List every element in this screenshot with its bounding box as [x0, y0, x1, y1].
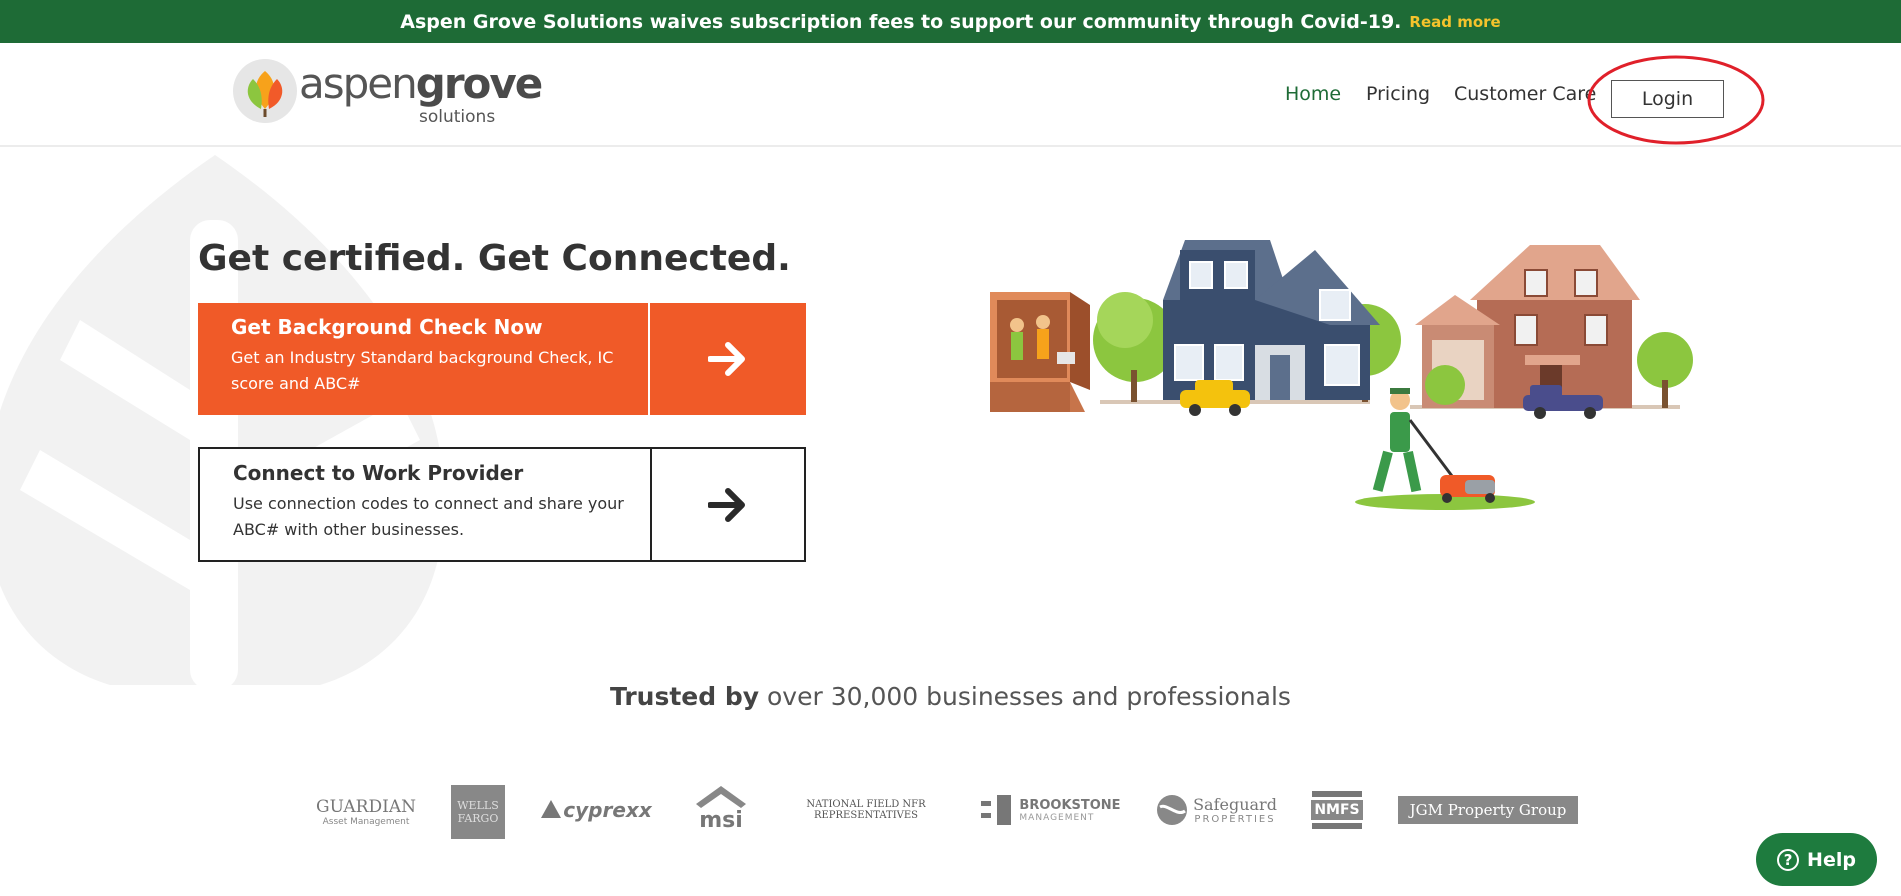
announcement-banner: Aspen Grove Solutions waives subscriptio…: [0, 0, 1901, 43]
banner-message: Aspen Grove Solutions waives subscriptio…: [400, 10, 1402, 33]
annotation-ellipse: [1587, 55, 1765, 145]
jgm-logo: JGM Property Group: [1398, 796, 1578, 824]
logo-subtitle: solutions: [419, 107, 496, 127]
trusted-by-rest: over 30,000 businesses and professionals: [767, 682, 1291, 711]
wells-fargo-logo: WELLS FARGO: [451, 785, 505, 839]
cyprexx-logo: cyprexx: [538, 794, 653, 826]
brookstone-logo: BROOKSTONE MANAGEMENT: [981, 790, 1121, 830]
nav-home-wrap: Home: [1285, 43, 1341, 145]
connect-provider-card[interactable]: Connect to Work Provider Use connection …: [198, 447, 806, 562]
cyprexx-mark-icon: [541, 800, 562, 818]
trusted-by-heading: Trusted by over 30,000 businesses and pr…: [0, 682, 1901, 711]
guardian-logo: GUARDIAN Asset Management: [316, 797, 416, 827]
connect-provider-desc: Use connection codes to connect and shar…: [233, 494, 624, 539]
houses-illustration: [990, 240, 1693, 510]
background-check-text: Get Background Check Now Get an Industry…: [198, 303, 648, 415]
connect-provider-arrow-button[interactable]: [650, 449, 804, 560]
logo-wordmark: aspengrove: [299, 59, 543, 108]
nmfs-logo: NMFS: [1310, 784, 1364, 836]
background-leaf-watermark: [0, 155, 445, 690]
safeguard-logo: Safeguard PROPERTIES: [1151, 788, 1281, 832]
arrow-right-icon: [708, 342, 745, 376]
read-more-link[interactable]: Read more: [1409, 13, 1500, 31]
aspen-grove-logo[interactable]: aspengrove solutions: [233, 59, 543, 129]
partner-logos: GUARDIAN Asset Management WELLS FARGO cy…: [316, 782, 1586, 842]
help-button[interactable]: ? Help: [1756, 833, 1877, 886]
connect-provider-text: Connect to Work Provider Use connection …: [200, 449, 650, 560]
background-check-arrow-button[interactable]: [648, 303, 806, 415]
nfr-logo: NATIONAL FIELD NFR REPRESENTATIVES: [806, 799, 926, 821]
safeguard-globe-icon: [1157, 795, 1188, 825]
nav-customer-care-wrap: Customer Care: [1454, 43, 1596, 145]
nav-pricing[interactable]: Pricing: [1366, 83, 1430, 105]
connect-provider-title: Connect to Work Provider: [233, 461, 524, 485]
help-label: Help: [1807, 848, 1856, 871]
nav-pricing-wrap: Pricing: [1366, 43, 1430, 145]
arrow-right-icon: [708, 487, 745, 522]
background-check-desc: Get an Industry Standard background Chec…: [231, 348, 614, 393]
logo-leaf-icon: [233, 59, 297, 123]
nav-customer-care[interactable]: Customer Care: [1454, 83, 1596, 105]
question-circle-icon: ?: [1777, 848, 1800, 871]
hero-title: Get certified. Get Connected.: [198, 238, 791, 279]
brookstone-mark-icon: [981, 795, 1012, 825]
msi-logo: msi: [691, 782, 751, 838]
trusted-by-bold: Trusted by: [610, 682, 760, 711]
background-check-title: Get Background Check Now: [231, 315, 543, 339]
background-check-card[interactable]: Get Background Check Now Get an Industry…: [198, 303, 806, 415]
nav-home[interactable]: Home: [1285, 83, 1341, 105]
